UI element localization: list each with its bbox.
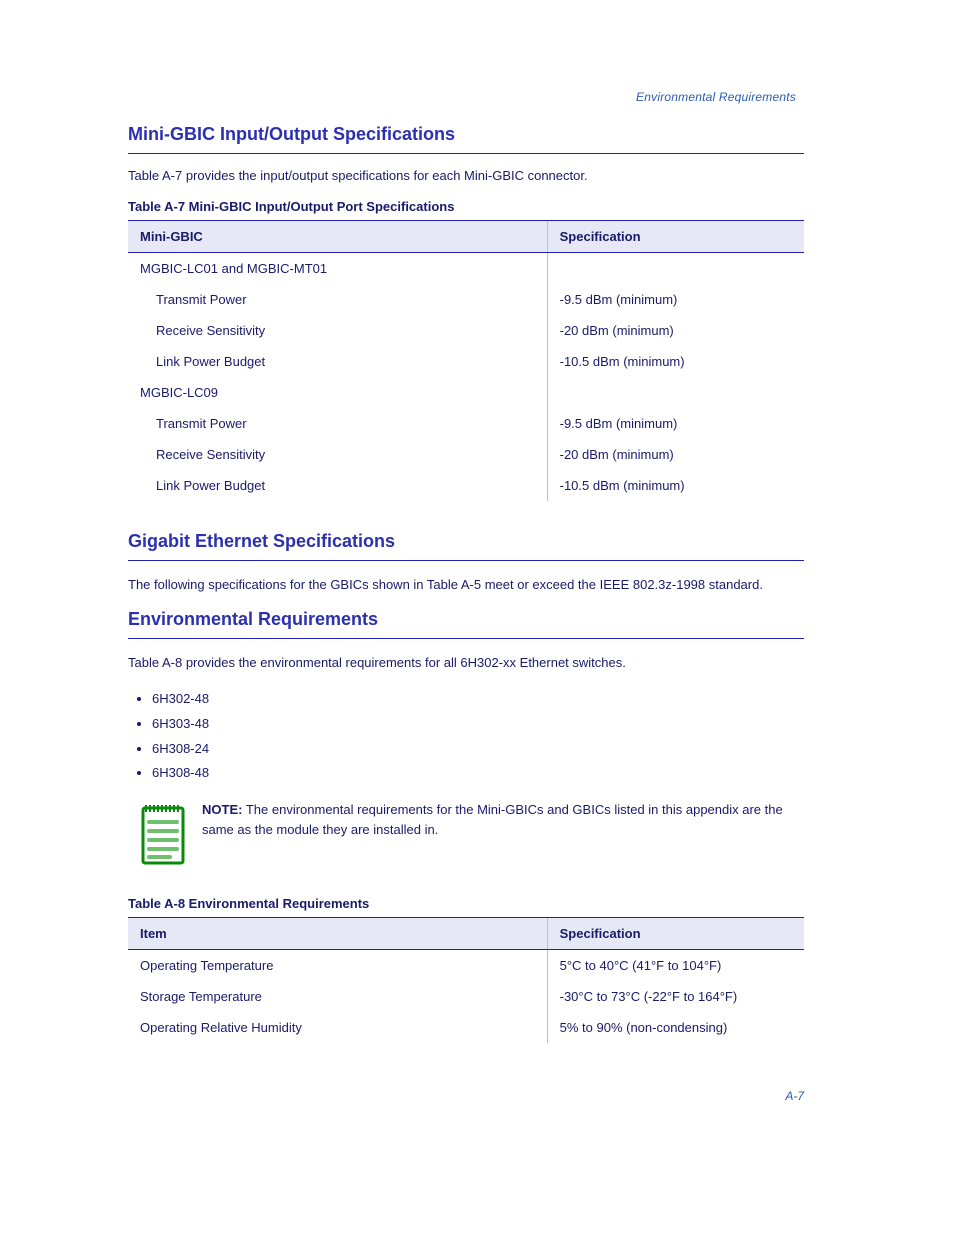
table-row: Receive Sensitivity -20 dBm (minimum) [128, 315, 804, 346]
table-row: Receive Sensitivity -20 dBm (minimum) [128, 439, 804, 470]
table-connector-spec: Table A-7 Mini-GBIC Input/Output Port Sp… [128, 193, 804, 501]
table-row: Link Power Budget -10.5 dBm (minimum) [128, 346, 804, 377]
cell-subitem: Link Power Budget [140, 478, 535, 493]
list-item: 6H302-48 [152, 687, 804, 712]
cell-item: Operating Relative Humidity [128, 1012, 547, 1043]
model-list: 6H302-48 6H303-48 6H308-24 6H308-48 [128, 687, 804, 786]
cell-value: -9.5 dBm (minimum) [547, 408, 804, 439]
note-label: NOTE: [202, 802, 242, 817]
cell-item: Storage Temperature [128, 981, 547, 1012]
section-title-gbic: Gigabit Ethernet Specifications [128, 531, 804, 561]
table-row: Transmit Power -9.5 dBm (minimum) [128, 408, 804, 439]
table-row: Storage Temperature -30°C to 73°C (-22°F… [128, 981, 804, 1012]
list-item: 6H308-24 [152, 737, 804, 762]
col-header-item: Item [128, 918, 547, 950]
cell-value: -9.5 dBm (minimum) [547, 284, 804, 315]
cell-value: 5°C to 40°C (41°F to 104°F) [547, 950, 804, 982]
cell-subitem: Transmit Power [140, 416, 535, 431]
list-item: 6H303-48 [152, 712, 804, 737]
table-row: MGBIC-LC09 [128, 377, 804, 408]
body-text: The following specifications for the GBI… [128, 575, 804, 595]
table-row: MGBIC-LC01 and MGBIC-MT01 [128, 253, 804, 285]
section-title-env: Environmental Requirements [128, 609, 804, 639]
cell-value: -30°C to 73°C (-22°F to 164°F) [547, 981, 804, 1012]
cell-value: -10.5 dBm (minimum) [547, 346, 804, 377]
note-block: NOTE: The environmental requirements for… [140, 800, 804, 866]
note-body: The environmental requirements for the M… [202, 802, 783, 837]
cell-item: Operating Temperature [128, 950, 547, 982]
section-title-connector-spec: Mini-GBIC Input/Output Specifications [128, 124, 804, 154]
breadcrumb: Environmental Requirements [128, 90, 804, 104]
table-env: Table A-8 Environmental Requirements Ite… [128, 890, 804, 1043]
col-header-spec: Specification [547, 221, 804, 253]
cell-value: -10.5 dBm (minimum) [547, 470, 804, 501]
cell-value: -20 dBm (minimum) [547, 315, 804, 346]
note-text: NOTE: The environmental requirements for… [202, 800, 804, 840]
table-caption: Table A-8 Environmental Requirements [128, 890, 804, 917]
table-row: Link Power Budget -10.5 dBm (minimum) [128, 470, 804, 501]
table-row: Operating Temperature 5°C to 40°C (41°F … [128, 950, 804, 982]
cell-subitem: Receive Sensitivity [140, 323, 535, 338]
cell-item: MGBIC-LC09 [128, 377, 547, 408]
col-header-item: Mini-GBIC [128, 221, 547, 253]
cell-item: MGBIC-LC01 and MGBIC-MT01 [128, 253, 547, 285]
cell-value: -20 dBm (minimum) [547, 439, 804, 470]
table-row: Transmit Power -9.5 dBm (minimum) [128, 284, 804, 315]
cell-value: 5% to 90% (non-condensing) [547, 1012, 804, 1043]
notepad-icon [140, 800, 186, 866]
cell-subitem: Transmit Power [140, 292, 535, 307]
cell-subitem: Receive Sensitivity [140, 447, 535, 462]
body-text: Table A-8 provides the environmental req… [128, 653, 804, 673]
table-row: Operating Relative Humidity 5% to 90% (n… [128, 1012, 804, 1043]
col-header-spec: Specification [547, 918, 804, 950]
intro-text: Table A-7 provides the input/output spec… [128, 168, 804, 183]
page-number: A-7 [785, 1089, 804, 1103]
list-item: 6H308-48 [152, 761, 804, 786]
table-caption: Table A-7 Mini-GBIC Input/Output Port Sp… [128, 193, 804, 220]
cell-subitem: Link Power Budget [140, 354, 535, 369]
